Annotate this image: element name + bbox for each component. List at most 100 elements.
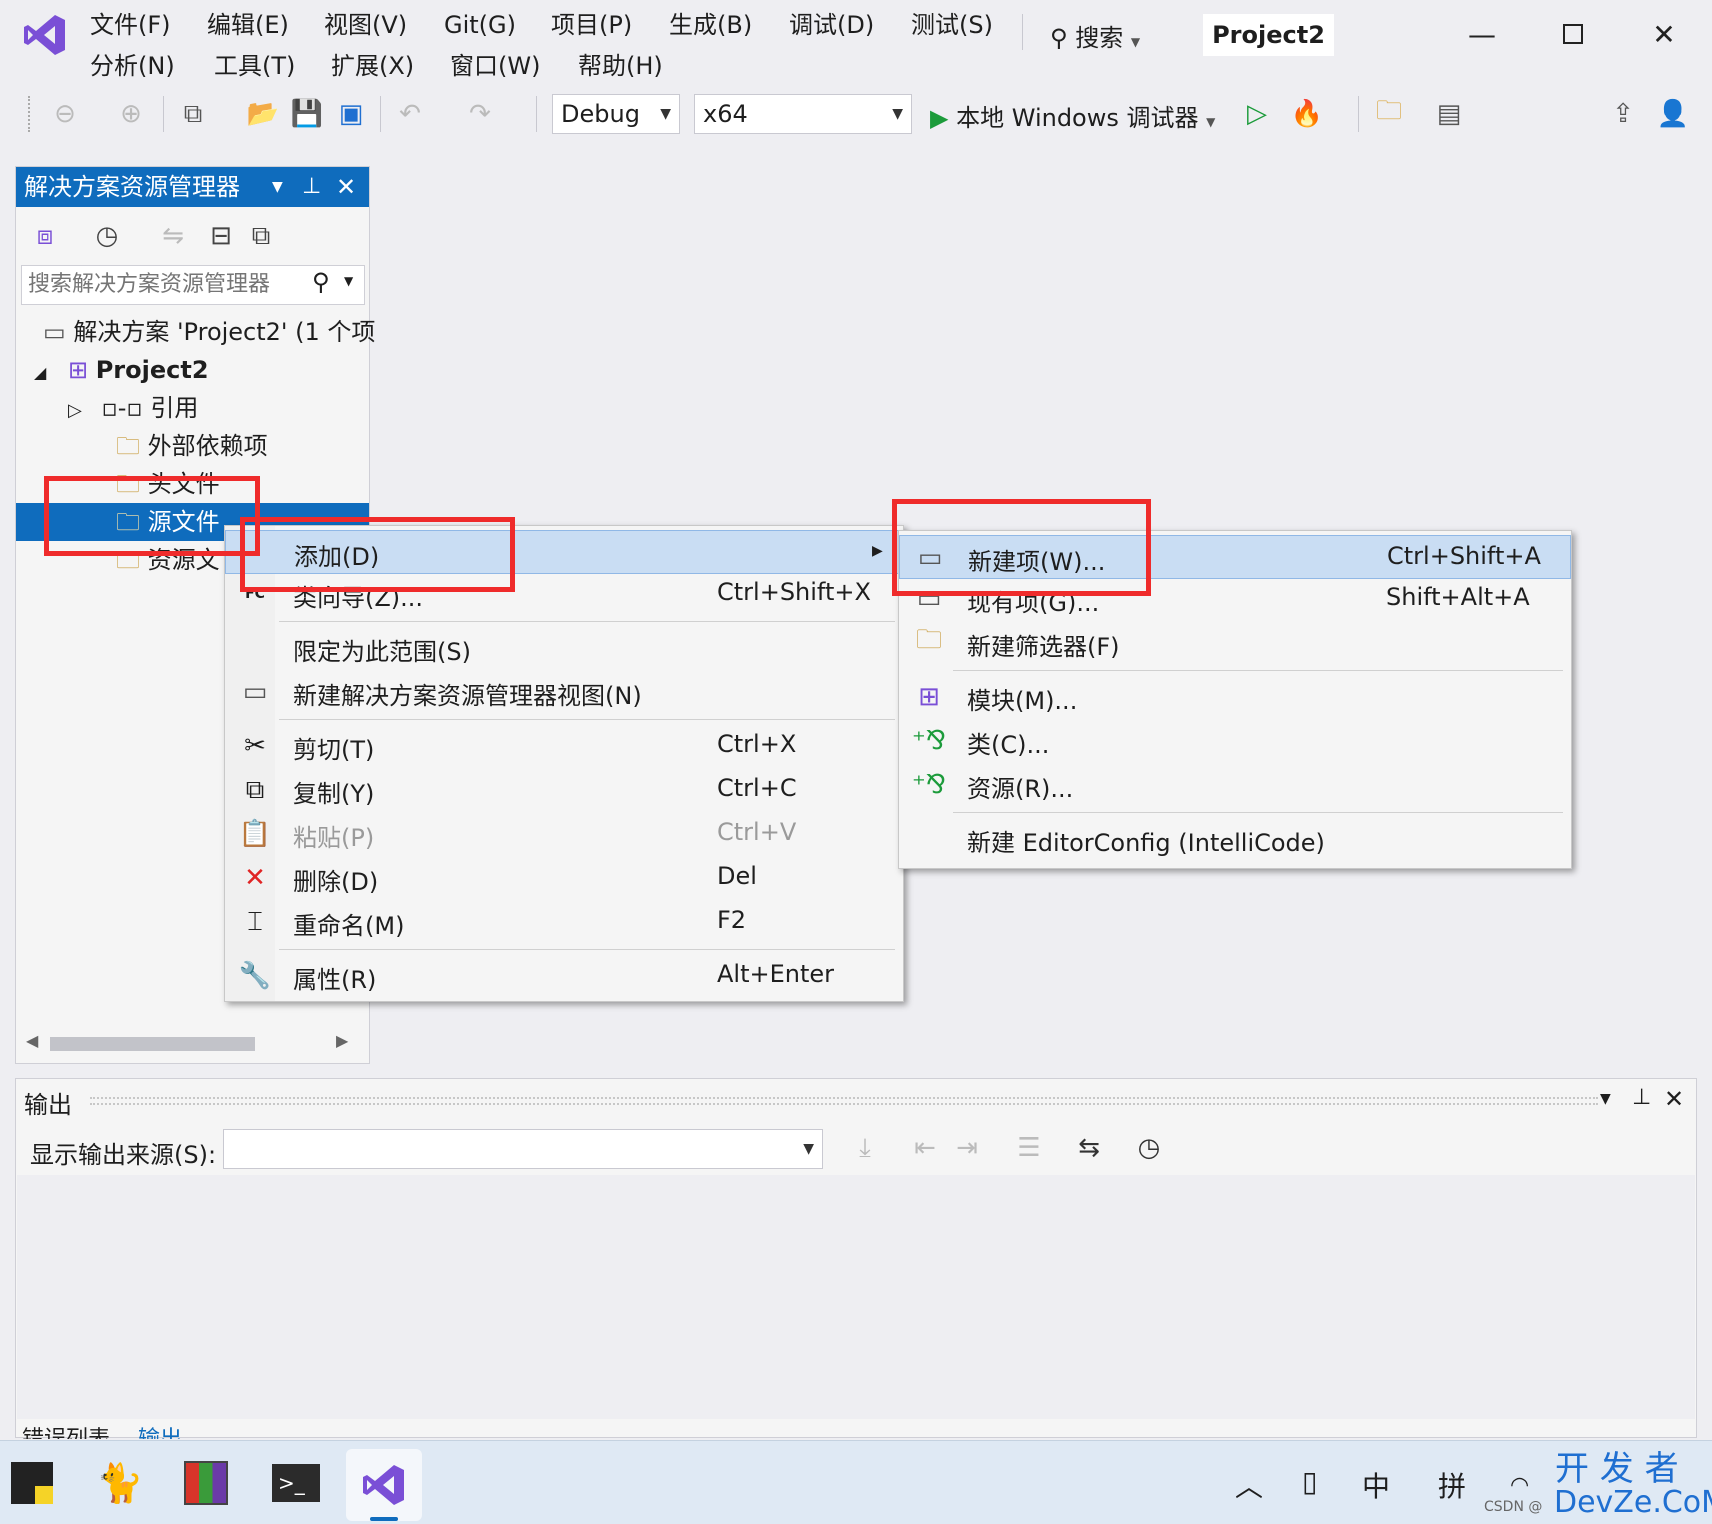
winrar-icon[interactable] (176, 1453, 236, 1513)
chevron-down-icon: ▼ (1130, 35, 1141, 49)
menu-item-paste[interactable]: 📋 粘贴(P) Ctrl+V (225, 812, 903, 856)
search-input[interactable] (22, 266, 302, 302)
horizontal-scrollbar[interactable]: ◀ ▶ (20, 1029, 365, 1055)
back-icon[interactable]: ⊖ (48, 97, 82, 131)
terminal-icon[interactable]: >_ (266, 1453, 326, 1513)
output-content[interactable] (17, 1175, 1695, 1419)
menu-tools[interactable]: 工具(T) (214, 51, 295, 81)
menu-item-properties[interactable]: 🔧 属性(R) Alt+Enter (225, 954, 903, 998)
pin-icon[interactable]: ⊥ (1632, 1085, 1651, 1110)
submenu-item-editorconfig[interactable]: 新建 EditorConfig (IntelliCode) (899, 817, 1571, 861)
menu-extensions[interactable]: 扩展(X) (331, 51, 414, 81)
tab-error-list[interactable]: 错误列表 (22, 1421, 110, 1439)
collapse-all-icon[interactable]: ⊟ (204, 219, 238, 253)
visual-studio-taskbar-icon[interactable] (346, 1449, 422, 1521)
submenu-item-new-filter[interactable]: 🗀 新建筛选器(F) (899, 621, 1571, 665)
scroll-right-icon[interactable]: ▶ (336, 1031, 348, 1050)
menu-build[interactable]: 生成(B) (669, 10, 752, 40)
show-all-files-icon[interactable]: ⧉ (244, 219, 278, 253)
menu-item-new-view[interactable]: ▭ 新建解决方案资源管理器视图(N) (225, 670, 903, 714)
pending-changes-icon[interactable]: ◷ (90, 219, 124, 253)
menu-edit[interactable]: 编辑(E) (207, 10, 289, 40)
tray-expand-icon[interactable]: ︿ (1235, 1465, 1263, 1505)
output-source-select[interactable]: ▼ (223, 1129, 823, 1169)
tree-item-project[interactable]: ◢ ⊞ Project2 (34, 353, 209, 390)
tree-item-external-deps[interactable]: 🗀 外部依赖项 (116, 429, 268, 463)
open-folder-icon[interactable]: 📂 (246, 97, 280, 131)
watermark-top: 开 发 者 (1555, 1449, 1679, 1489)
platform-select[interactable]: x64 ▼ (694, 94, 912, 134)
usb-icon[interactable]: ▯ (1302, 1465, 1317, 1498)
menu-project[interactable]: 项目(P) (551, 10, 632, 40)
menu-item-rename[interactable]: ⌶ 重命名(M) F2 (225, 900, 903, 944)
submenu-item-resource[interactable]: ⁺⅋ 资源(R)... (899, 763, 1571, 807)
menu-view[interactable]: 视图(V) (324, 10, 407, 40)
menu-debug[interactable]: 调试(D) (789, 10, 874, 40)
word-wrap-icon[interactable]: ⇆ (1072, 1131, 1106, 1165)
menu-item-cut[interactable]: ✂ 剪切(T) Ctrl+X (225, 724, 903, 768)
maximize-button[interactable] (1553, 14, 1593, 54)
menu-item-delete[interactable]: ✕ 删除(D) Del (225, 856, 903, 900)
menu-git[interactable]: Git(G) (444, 10, 516, 40)
save-all-icon[interactable]: ▣ (334, 97, 368, 131)
menu-item-label: 重命名(M) (293, 912, 405, 940)
play-icon: ▶ (930, 104, 949, 132)
window-layout-icon[interactable]: ▤ (1432, 97, 1466, 131)
menu-analyze[interactable]: 分析(N) (90, 51, 175, 81)
submenu-item-module[interactable]: ⊞ 模块(M)... (899, 675, 1571, 719)
vs-logo-icon[interactable] (22, 12, 68, 58)
close-window-button[interactable]: ✕ (1644, 14, 1684, 54)
minimize-button[interactable]: — (1462, 14, 1502, 54)
ime-mode[interactable]: 中 (1362, 1465, 1390, 1505)
search-button[interactable]: ⚲ 搜索 ▼ (1050, 18, 1140, 53)
search-icon: ⚲ (312, 268, 330, 296)
pin-icon[interactable]: ⊥ (302, 167, 321, 207)
goto-line-icon[interactable]: ⤓ (848, 1131, 882, 1165)
clock-icon[interactable]: ◷ (1132, 1131, 1166, 1165)
taskbar: 🐈 >_ ︿ ▯ 中 拼 ◠ 开 发 者 CSDN @ DevZe.CoM (0, 1440, 1712, 1524)
chevron-down-icon[interactable]: ▼ (272, 167, 283, 207)
tab-output[interactable]: 输出 (138, 1421, 182, 1439)
next-message-icon[interactable]: ⇥ (950, 1131, 984, 1165)
ime-type[interactable]: 拼 (1438, 1465, 1466, 1505)
menu-item-copy[interactable]: ⧉ 复制(Y) Ctrl+C (225, 768, 903, 812)
redo-icon[interactable]: ↷ (463, 97, 497, 131)
menu-file[interactable]: 文件(F) (90, 10, 171, 40)
tree-item-solution[interactable]: ▭ 解决方案 'Project2' (1 个项 (43, 315, 375, 349)
prev-message-icon[interactable]: ⇤ (908, 1131, 942, 1165)
undo-icon[interactable]: ↶ (393, 97, 427, 131)
title-grip (90, 1097, 1598, 1105)
vs-solution-icon[interactable]: ⧈ (28, 219, 62, 253)
start-without-debug-icon[interactable]: ▷ (1240, 97, 1274, 131)
tree-label: Project2 (95, 356, 209, 384)
menu-test[interactable]: 测试(S) (911, 10, 993, 40)
live-share-icon[interactable]: 👤 (1656, 97, 1690, 131)
start-debugging-button[interactable]: ▶ 本地 Windows 调试器 ▼ (930, 98, 1215, 133)
wifi-icon[interactable]: ◠ (1510, 1473, 1529, 1498)
search-box[interactable]: ⚲ ▼ (21, 265, 365, 305)
sticky-notes-icon[interactable] (2, 1453, 62, 1513)
chevron-down-icon[interactable]: ▼ (1600, 1091, 1611, 1107)
configuration-select[interactable]: Debug ▼ (552, 94, 680, 134)
menu-item-scope[interactable]: 限定为此范围(S) (225, 626, 903, 670)
forward-icon[interactable]: ⊕ (114, 97, 148, 131)
scroll-left-icon[interactable]: ◀ (26, 1031, 38, 1050)
submenu-item-class[interactable]: ⁺⅋ 类(C)... (899, 719, 1571, 763)
save-icon[interactable]: 💾 (290, 97, 324, 131)
share-icon[interactable]: ⇪ (1606, 97, 1640, 131)
scrollbar-thumb[interactable] (50, 1037, 255, 1051)
menu-window[interactable]: 窗口(W) (450, 51, 540, 81)
tree-item-references[interactable]: ▷ ▫-▫ 引用 (68, 391, 198, 428)
menu-help[interactable]: 帮助(H) (578, 51, 663, 81)
hot-reload-icon[interactable]: 🔥 (1290, 97, 1324, 131)
menu-item-label: 删除(D) (293, 868, 379, 896)
find-in-files-icon[interactable]: 🗀 (1372, 96, 1406, 131)
chevron-down-icon: ▼ (660, 106, 671, 122)
close-icon[interactable]: ✕ (1664, 1085, 1684, 1113)
cat-app-icon[interactable]: 🐈 (90, 1453, 150, 1513)
toolbar-divider (380, 96, 381, 132)
sync-icon[interactable]: ⇋ (156, 219, 190, 253)
clear-all-icon[interactable]: ☰ (1012, 1131, 1046, 1165)
close-icon[interactable]: ✕ (336, 167, 356, 207)
new-project-icon[interactable]: ⧉ (176, 97, 210, 131)
